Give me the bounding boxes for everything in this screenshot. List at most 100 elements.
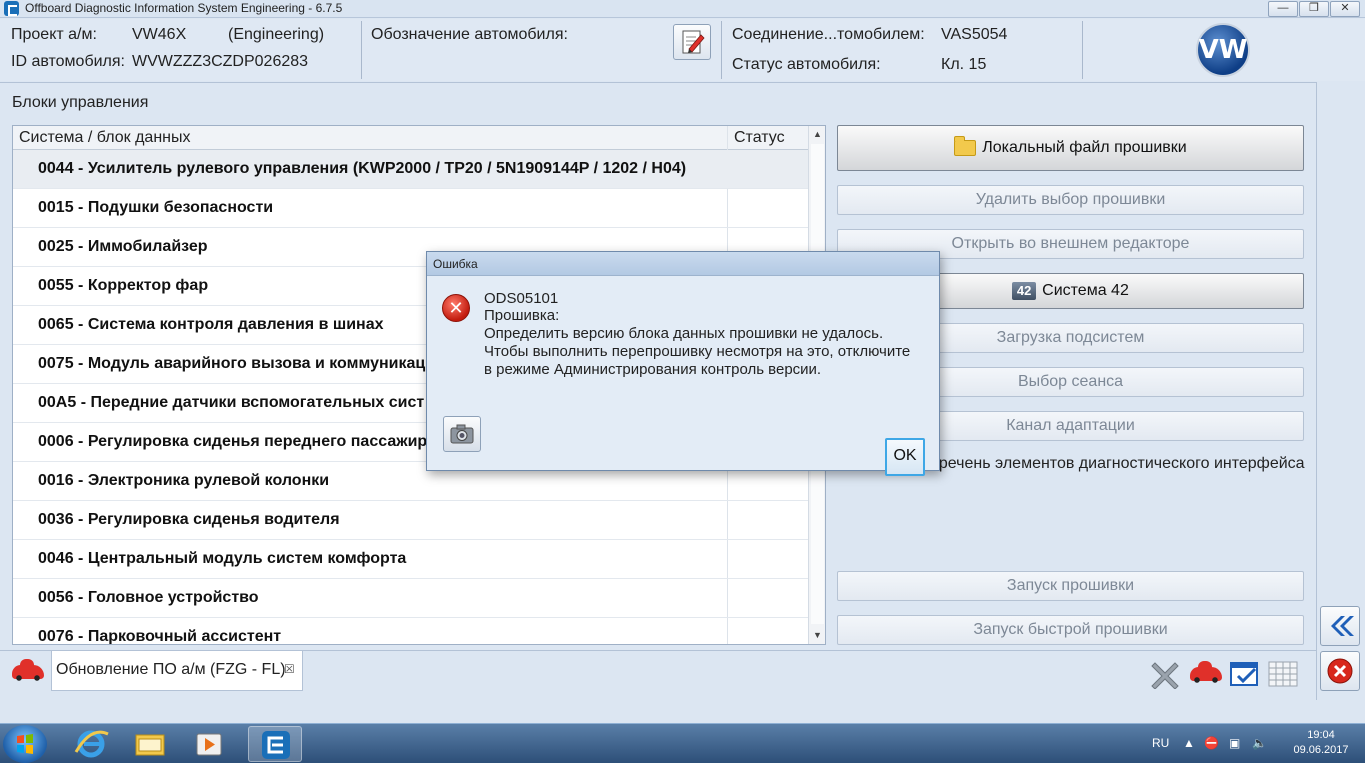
project-label: Проект а/м: — [11, 26, 97, 43]
tasks-tool[interactable] — [1228, 659, 1260, 689]
dialog-title-bar[interactable]: Ошибка — [427, 252, 939, 276]
table-row[interactable]: 0076 - Парковочный ассистент — [13, 618, 808, 645]
clock-date: 09.06.2017 — [1293, 744, 1349, 756]
row-text: 0006 - Регулировка сиденья переднего пас… — [38, 433, 428, 450]
column-status[interactable]: Статус — [734, 129, 785, 147]
scroll-down-icon[interactable]: ▼ — [813, 630, 822, 640]
tab-close-icon[interactable]: ☒ — [284, 662, 295, 676]
tab-label: Обновление ПО а/м (FZG - FL) — [56, 661, 286, 678]
windows-taskbar: RU ▲ ⛔ ▣ 🔈 19:04 09.06.2017 — [0, 723, 1365, 763]
disconnect-tool[interactable] — [1149, 659, 1181, 690]
error-line-2: Определить версию блока данных прошивки … — [484, 325, 884, 342]
clock-time: 19:04 — [1307, 729, 1335, 741]
screenshot-button[interactable] — [443, 416, 481, 452]
adaptation-channel-label: Канал адаптации — [1006, 417, 1135, 434]
local-file-label: Локальный файл прошивки — [982, 139, 1187, 156]
collapse-panel-button[interactable] — [1320, 606, 1360, 646]
error-icon: ✕ — [442, 294, 470, 322]
vw-logo: VW — [1196, 23, 1250, 77]
project-value: VW46X — [132, 26, 187, 43]
taskbar-explorer[interactable] — [123, 726, 177, 762]
edit-designation-button[interactable] — [673, 24, 711, 60]
status-value: Кл. 15 — [941, 56, 987, 73]
odis-taskbar-icon — [262, 731, 290, 759]
row-text: 0076 - Парковочный ассистент — [38, 628, 282, 645]
taskbar-ie[interactable] — [64, 726, 118, 762]
row-text: 0046 - Центральный модуль систем комфорт… — [38, 550, 407, 567]
scroll-up-icon[interactable]: ▲ — [813, 129, 822, 139]
table-row[interactable]: 0044 - Усилитель рулевого управления (KW… — [13, 150, 808, 189]
checked-calendar-icon — [1230, 662, 1258, 686]
bottom-tab-bar: Обновление ПО а/м (FZG - FL) ☒ — [0, 650, 1316, 700]
maximize-button[interactable]: ❐ — [1299, 1, 1329, 17]
start-quick-flash-button[interactable]: Запуск быстрой прошивки — [837, 615, 1304, 645]
project-mode: (Engineering) — [228, 26, 325, 43]
vin-label: ID автомобиля: — [11, 53, 125, 70]
folder-library-icon — [135, 734, 165, 756]
row-text: 0044 - Усилитель рулевого управления (KW… — [38, 160, 687, 177]
error-dialog: Ошибка ✕ ODS05101 Прошивка: Определить в… — [426, 251, 940, 476]
select-session-label: Выбор сеанса — [1017, 373, 1124, 390]
error-line-4: в режиме Администрирования контроль верс… — [484, 361, 822, 378]
column-system[interactable]: Система / блок данных — [19, 129, 190, 147]
windows-logo-icon — [17, 734, 33, 754]
dialog-title: Ошибка — [433, 257, 478, 271]
ok-button[interactable]: OK — [885, 438, 925, 476]
row-text: 0056 - Головное устройство — [38, 589, 259, 606]
connection-value: VAS5054 — [941, 26, 1008, 43]
dialog-body: ✕ ODS05101 Прошивка: Определить версию б… — [427, 276, 939, 476]
odis-app-icon — [4, 1, 19, 16]
grid-table-icon — [1268, 661, 1298, 687]
media-player-icon — [196, 733, 222, 756]
start-button[interactable] — [3, 725, 47, 763]
system42-icon: 42 — [1012, 282, 1037, 300]
header-divider — [361, 21, 362, 79]
folder-icon — [954, 136, 977, 156]
row-text: 0075 - Модуль аварийного вызова и коммун… — [38, 355, 426, 372]
taskbar-media[interactable] — [182, 726, 236, 762]
close-window-button[interactable]: ✕ — [1330, 1, 1360, 17]
interface-list-label[interactable]: еречень элементов диагностического интер… — [930, 455, 1305, 473]
minimize-button[interactable]: — — [1268, 1, 1298, 17]
tray-volume-icon[interactable]: 🔈 — [1252, 736, 1267, 750]
status-label: Статус автомобиля: — [732, 56, 881, 73]
row-text: 0055 - Корректор фар — [38, 277, 209, 294]
header-divider — [721, 21, 722, 79]
delete-selection-label: Удалить выбор прошивки — [975, 191, 1166, 208]
tray-device-icon[interactable]: ▣ — [1229, 736, 1240, 750]
row-text: 0016 - Электроника рулевой колонки — [38, 472, 330, 489]
tray-network-icon[interactable]: ⛔ — [1204, 736, 1219, 750]
table-row[interactable]: 0015 - Подушки безопасности — [13, 189, 808, 228]
vehicle-car-icon[interactable] — [12, 659, 44, 681]
edit-note-icon — [682, 30, 705, 54]
vin-value: WVWZZZ3CZDP026283 — [132, 53, 309, 70]
taskbar-odis[interactable] — [248, 726, 302, 762]
delete-selection-button[interactable]: Удалить выбор прошивки — [837, 185, 1304, 215]
table-row[interactable]: 0036 - Регулировка сиденья водителя — [13, 501, 808, 540]
vehicle-status-car-icon[interactable] — [1190, 661, 1222, 683]
local-file-button[interactable]: Локальный файл прошивки — [837, 125, 1304, 171]
grid-tool[interactable] — [1267, 659, 1299, 689]
row-text: 0015 - Подушки безопасности — [38, 199, 274, 216]
row-text: 00A5 - Передние датчики вспомогательных … — [38, 394, 425, 411]
control-units-title: Блоки управления — [12, 94, 149, 111]
title-bar: Offboard Diagnostic Information System E… — [0, 0, 1365, 18]
system42-label: Система 42 — [1042, 282, 1129, 299]
tray-expand-icon[interactable]: ▲ — [1183, 736, 1195, 750]
header-divider — [1082, 21, 1083, 79]
disconnect-x-icon — [1151, 662, 1179, 690]
red-close-icon — [1327, 658, 1353, 684]
exit-button[interactable] — [1320, 651, 1360, 691]
taskbar-clock[interactable]: 19:04 09.06.2017 — [1286, 728, 1356, 758]
error-code: ODS05101 — [484, 290, 559, 307]
start-flash-label: Запуск прошивки — [1006, 577, 1135, 594]
connection-label: Соединение...томобилем: — [732, 26, 925, 43]
row-text: 0036 - Регулировка сиденья водителя — [38, 511, 340, 528]
tab-firmware-update[interactable]: Обновление ПО а/м (FZG - FL) ☒ — [51, 651, 303, 691]
language-indicator[interactable]: RU — [1152, 736, 1169, 750]
window-title: Offboard Diagnostic Information System E… — [25, 1, 343, 15]
table-row[interactable]: 0056 - Головное устройство — [13, 579, 808, 618]
table-row[interactable]: 0046 - Центральный модуль систем комфорт… — [13, 540, 808, 579]
row-text: 0025 - Иммобилайзер — [38, 238, 208, 255]
start-flash-button[interactable]: Запуск прошивки — [837, 571, 1304, 601]
